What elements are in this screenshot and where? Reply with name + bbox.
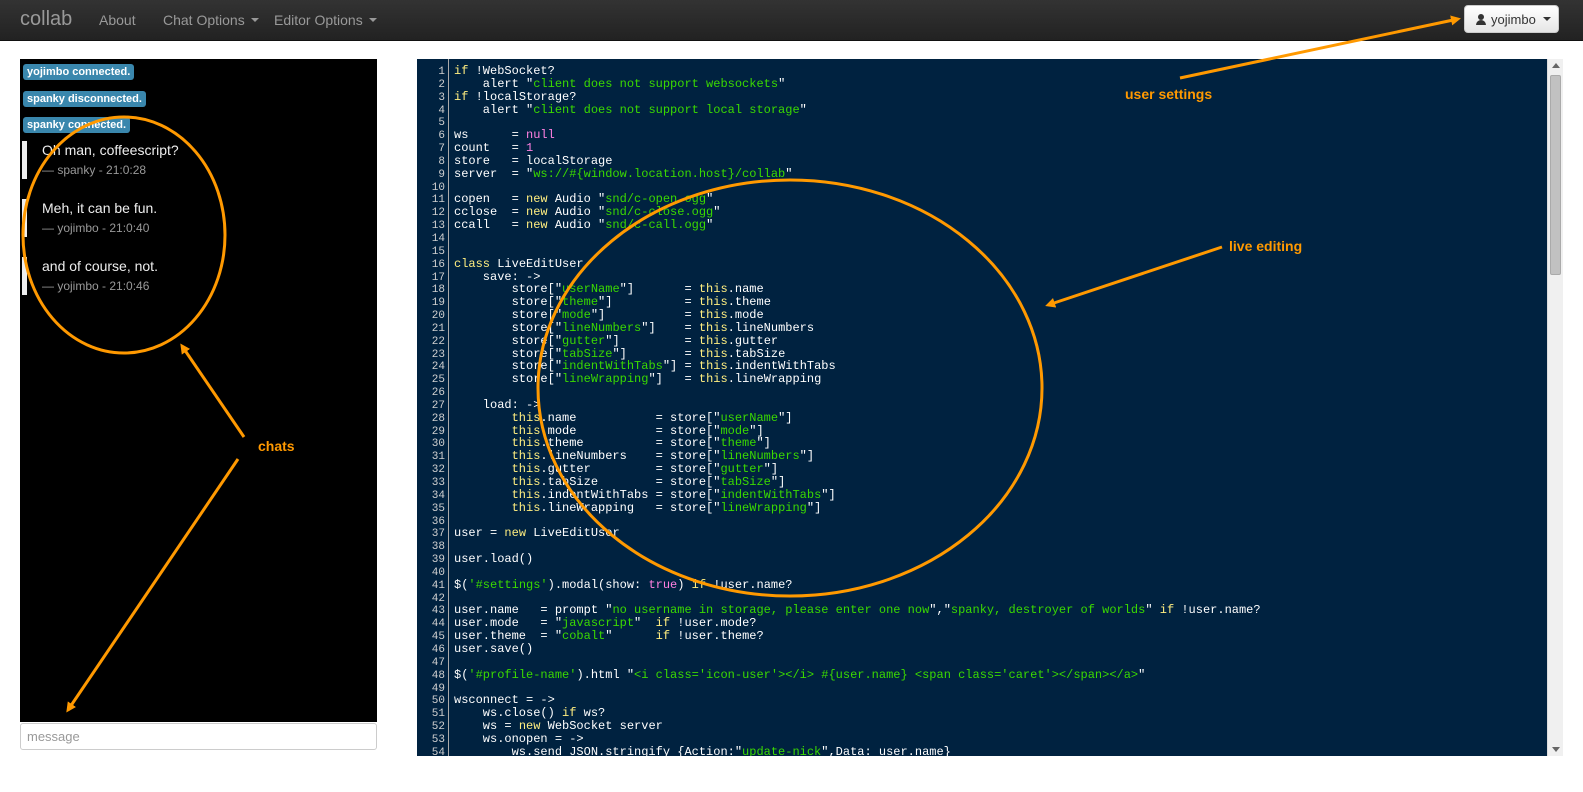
code-line[interactable]: 48 $('#profile-name').html "<i class='ico… bbox=[417, 668, 1547, 682]
code-line[interactable]: 7 count = 1 bbox=[417, 142, 1547, 155]
code-line[interactable]: 6 ws = null bbox=[417, 129, 1547, 142]
code-line[interactable]: 27 load: -> bbox=[417, 399, 1547, 412]
code-line[interactable]: 46 user.save() bbox=[417, 643, 1547, 656]
annotation-user-settings: user settings bbox=[1125, 86, 1213, 102]
status-badge: yojimbo connected. bbox=[23, 64, 135, 80]
code-text[interactable]: class LiveEditUser bbox=[454, 257, 584, 271]
status-badge: spanky connected. bbox=[23, 117, 131, 133]
code-editor[interactable]: 1 if !WebSocket? 2 alert "client does not … bbox=[417, 59, 1563, 756]
nav-editor-options-label: Editor Options bbox=[274, 12, 363, 28]
code-line[interactable]: 16 class LiveEditUser bbox=[417, 257, 1547, 271]
code-line[interactable]: 2 alert "client does not support websock… bbox=[417, 77, 1547, 91]
chat-message-meta: — yojimbo - 21:0:46 bbox=[42, 279, 150, 293]
code-text[interactable]: user.save() bbox=[454, 643, 533, 656]
code-line[interactable]: 25 store["lineWrapping"] = this.lineWrap… bbox=[417, 373, 1547, 386]
code-text[interactable]: store["lineNumbers"] = this.lineNumbers bbox=[454, 321, 814, 335]
brand-logo[interactable]: collab bbox=[20, 8, 72, 31]
chat-message: Oh man, coffeescript? — spanky - 21:0:28 bbox=[22, 141, 362, 179]
code-line[interactable]: 41 $('#settings').modal(show: true) if !u… bbox=[417, 578, 1547, 592]
chevron-down-icon bbox=[1542, 17, 1551, 22]
line-number: 54 bbox=[431, 746, 445, 756]
user-menu-button[interactable]: yojimbo bbox=[1464, 5, 1559, 33]
user-icon bbox=[1476, 14, 1486, 25]
code-text[interactable]: store["gutter"] = this.gutter bbox=[454, 334, 779, 348]
code-line[interactable]: 49 bbox=[417, 682, 1547, 695]
code-line[interactable]: 13 ccall = new Audio "snd/c-call.ogg" bbox=[417, 219, 1547, 232]
code-line[interactable]: 15 bbox=[417, 245, 1547, 258]
chat-message: and of course, not. — yojimbo - 21:0:46 bbox=[22, 257, 362, 295]
chat-message: Meh, it can be fun. — yojimbo - 21:0:40 bbox=[22, 199, 362, 237]
code-text[interactable]: this.lineWrapping = store["lineWrapping"… bbox=[454, 501, 822, 515]
scrollbar-thumb[interactable] bbox=[1550, 75, 1561, 275]
chevron-down-icon bbox=[368, 17, 377, 22]
code-line[interactable]: 14 bbox=[417, 232, 1547, 245]
chat-message-meta: — spanky - 21:0:28 bbox=[42, 163, 147, 177]
code-text[interactable]: ws.onopen = -> bbox=[454, 733, 584, 746]
chevron-down-icon bbox=[250, 17, 259, 22]
nav-about[interactable]: About bbox=[99, 12, 136, 28]
code-text[interactable]: $('#profile-name').html "<i class='icon-… bbox=[454, 668, 1145, 682]
nav-chat-options-label: Chat Options bbox=[163, 12, 245, 28]
code-line[interactable]: 33 this.tabSize = store["tabSize"] bbox=[417, 476, 1547, 489]
code-line[interactable]: 9 server = "ws://#{window.location.host}/… bbox=[417, 167, 1547, 181]
nav-chat-options[interactable]: Chat Options bbox=[163, 12, 259, 28]
annotation-live-editing: live editing bbox=[1229, 238, 1303, 254]
user-name: yojimbo bbox=[1491, 12, 1536, 27]
chat-message-text: and of course, not. bbox=[42, 258, 158, 274]
code-line[interactable]: 38 bbox=[417, 540, 1547, 553]
code-text[interactable]: store["lineWrapping"] = this.lineWrappin… bbox=[454, 373, 822, 386]
code-line[interactable]: 34 this.indentWithTabs = store["indentWi… bbox=[417, 488, 1547, 501]
code-line[interactable]: 54 ws.send JSON.stringify {Action:"updat… bbox=[417, 745, 1547, 756]
code-line[interactable]: 35 this.lineWrapping = store["lineWrappi… bbox=[417, 501, 1547, 515]
scroll-down-arrow-icon[interactable] bbox=[1552, 747, 1560, 752]
scroll-up-arrow-icon[interactable] bbox=[1552, 63, 1560, 68]
chat-panel: yojimbo connected. spanky disconnected. … bbox=[20, 59, 377, 722]
chat-message-text: Meh, it can be fun. bbox=[42, 200, 158, 216]
code-line[interactable]: 4 alert "client does not support local s… bbox=[417, 103, 1547, 117]
code-text[interactable]: alert "client does not support local sto… bbox=[454, 103, 807, 117]
code-line[interactable]: 52 ws = new WebSocket server bbox=[417, 720, 1547, 733]
code-area[interactable]: 1 if !WebSocket? 2 alert "client does not … bbox=[417, 65, 1547, 756]
code-text[interactable]: $('#settings').modal(show: true) if !use… bbox=[454, 578, 793, 592]
code-text[interactable]: ccall = new Audio "snd/c-call.ogg" bbox=[454, 219, 713, 232]
nav-editor-options[interactable]: Editor Options bbox=[274, 12, 377, 28]
code-line[interactable]: 26 bbox=[417, 386, 1547, 399]
code-text[interactable]: alert "client does not support websocket… bbox=[454, 77, 785, 91]
message-input[interactable] bbox=[20, 723, 377, 750]
code-line[interactable]: 39 user.load() bbox=[417, 553, 1547, 566]
nav-about-label: About bbox=[99, 12, 136, 28]
code-text[interactable]: count = 1 bbox=[454, 142, 533, 155]
code-line[interactable]: 53 ws.onopen = -> bbox=[417, 733, 1547, 746]
code-text[interactable]: user.load() bbox=[454, 553, 533, 566]
code-line[interactable]: 40 bbox=[417, 566, 1547, 579]
code-text[interactable]: user = new LiveEditUser bbox=[454, 527, 620, 540]
navbar: collab About Chat Options Editor Options… bbox=[0, 0, 1583, 41]
code-line[interactable]: 37 user = new LiveEditUser bbox=[417, 527, 1547, 540]
annotation-chats: chats bbox=[258, 438, 295, 454]
editor-scrollbar[interactable] bbox=[1547, 59, 1563, 756]
code-text[interactable]: ws.send JSON.stringify {Action:"update-n… bbox=[454, 745, 951, 756]
code-line[interactable]: 5 bbox=[417, 116, 1547, 129]
code-text[interactable]: server = "ws://#{window.location.host}/c… bbox=[454, 167, 792, 181]
status-badge: spanky disconnected. bbox=[23, 91, 146, 107]
code-text[interactable]: ws = new WebSocket server bbox=[454, 720, 663, 733]
code-line[interactable]: 45 user.theme = "cobalt" if !user.theme? bbox=[417, 630, 1547, 643]
chat-message-meta: — yojimbo - 21:0:40 bbox=[42, 221, 150, 235]
chat-message-text: Oh man, coffeescript? bbox=[42, 142, 179, 158]
code-line[interactable]: 28 this.name = store["userName"] bbox=[417, 411, 1547, 424]
